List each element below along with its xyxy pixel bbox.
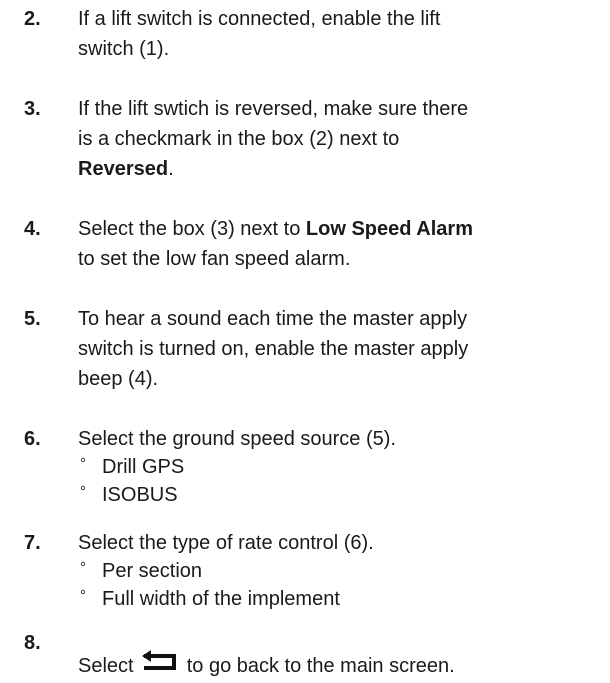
step-line-prefix: Select the box (3) next to — [78, 218, 306, 240]
option-item: ° Full width of the implement — [80, 584, 340, 614]
step-text: If a lift switch is connected, enable th… — [78, 4, 598, 64]
option-label: Drill GPS — [102, 456, 185, 478]
step-line: is a checkmark in the box (2) next to — [78, 128, 400, 150]
step-line: If a lift switch is connected, enable th… — [78, 8, 441, 30]
step-number: 8. — [24, 632, 41, 654]
bullet-icon: ° — [80, 455, 86, 472]
option-label: Full width of the implement — [102, 588, 340, 610]
option-label: Per section — [102, 560, 203, 582]
step-number: 7. — [24, 532, 41, 554]
step-line: Reversed. — [78, 154, 598, 184]
step-line-suffix: . — [168, 158, 174, 180]
step-line-prefix: Select — [78, 655, 134, 677]
step-line: To hear a sound each time the master app… — [78, 308, 468, 330]
step-line: switch is turned on, enable the master a… — [78, 338, 469, 360]
back-arrow-icon — [142, 650, 177, 670]
step-number: 3. — [24, 98, 41, 120]
bullet-icon: ° — [80, 587, 86, 604]
step-text: Select the type of rate control (6). — [78, 528, 598, 558]
bullet-icon: ° — [80, 559, 86, 576]
step-line: Select the box (3) next to Low Speed Ala… — [78, 214, 598, 244]
step-number: 2. — [24, 8, 41, 30]
step-number: 5. — [24, 308, 41, 330]
ui-label-low-speed-alarm: Low Speed Alarm — [305, 218, 473, 240]
step-text: Select the ground speed source (5). — [78, 424, 598, 454]
step-text: Select to go back to the main screen. — [78, 650, 598, 681]
step-line: switch (1). — [78, 38, 170, 60]
step-number: 6. — [24, 428, 41, 450]
ui-label-reversed: Reversed — [78, 158, 169, 180]
option-label: ISOBUS — [102, 484, 178, 506]
step-number: 4. — [24, 218, 41, 240]
step-line: Select the ground speed source (5). — [78, 428, 396, 450]
option-item: ° ISOBUS — [80, 480, 178, 510]
step-line: If the lift swtich is reversed, make sur… — [78, 98, 469, 120]
step-line-suffix: to go back to the main screen. — [186, 655, 455, 677]
step-text: Select the box (3) next to Low Speed Ala… — [78, 214, 598, 274]
step-text: To hear a sound each time the master app… — [78, 304, 598, 394]
step-text: If the lift swtich is reversed, make sur… — [78, 94, 598, 184]
step-line: to set the low fan speed alarm. — [78, 248, 351, 270]
step-line: beep (4). — [78, 368, 159, 390]
step-line: Select the type of rate control (6). — [78, 532, 374, 554]
bullet-icon: ° — [80, 483, 86, 500]
